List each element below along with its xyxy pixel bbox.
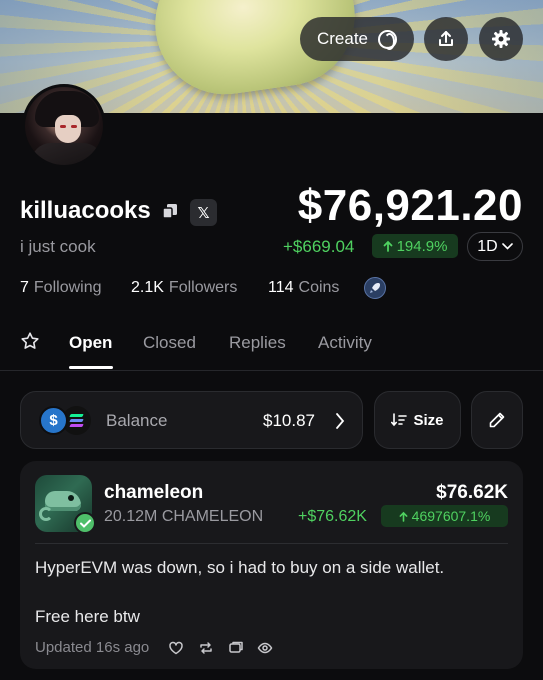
x-social-link[interactable]: 𝕏 xyxy=(190,199,217,226)
coins-count: 114 xyxy=(268,279,294,296)
portfolio-pnl-percent: 194.9% xyxy=(396,237,448,255)
followers-stat[interactable]: 2.1K Followers xyxy=(131,279,237,297)
sort-size-button[interactable]: Size xyxy=(374,391,461,449)
avatar[interactable] xyxy=(22,84,106,168)
tab-replies[interactable]: Replies xyxy=(229,333,286,353)
heart-icon[interactable] xyxy=(168,640,184,656)
portfolio-pnl-badge: 194.9% xyxy=(372,234,458,258)
token-pnl-badge: 4697607.1% xyxy=(381,505,508,527)
balance-label: Balance xyxy=(106,411,168,430)
coins-stat[interactable]: 114 Coins xyxy=(268,279,339,297)
following-count: 7 xyxy=(20,279,29,296)
period-label: 1D xyxy=(477,237,498,255)
tab-activity[interactable]: Activity xyxy=(318,333,372,353)
token-pnl: +$76.62K xyxy=(298,508,367,525)
period-selector[interactable]: 1D xyxy=(467,232,523,261)
share-button[interactable] xyxy=(424,17,468,61)
eye-icon[interactable] xyxy=(257,640,273,656)
chevron-right-icon xyxy=(336,413,345,429)
create-button-label: Create xyxy=(316,29,369,48)
updated-timestamp: Updated 16s ago xyxy=(35,639,150,656)
followers-label: Followers xyxy=(168,279,238,296)
usdc-glyph: $ xyxy=(49,412,58,429)
star-icon[interactable] xyxy=(20,331,40,351)
profile-bio: i just cook xyxy=(20,237,96,256)
arrow-up-icon xyxy=(383,240,392,252)
pencil-icon xyxy=(489,412,505,428)
token-name: chameleon xyxy=(104,482,204,503)
avatar-eye xyxy=(71,125,77,128)
chevron-down-icon xyxy=(501,243,513,250)
token-pnl-percent: 4697607.1% xyxy=(411,508,491,524)
token-image-tail xyxy=(39,507,53,521)
portfolio-total-value: $76,921.20 xyxy=(297,181,523,230)
post-text-line: Free here btw xyxy=(35,607,140,626)
avatar-coat xyxy=(31,143,103,165)
copy-icon[interactable] xyxy=(161,202,179,220)
following-label: Following xyxy=(33,279,102,296)
portfolio-pnl: +$669.04 xyxy=(283,237,355,256)
repost-icon[interactable] xyxy=(198,640,214,656)
create-button[interactable]: Create xyxy=(300,17,414,61)
avatar-eye xyxy=(60,125,66,128)
card-divider xyxy=(35,543,508,544)
username: killuacooks xyxy=(20,197,151,224)
arrow-up-icon xyxy=(399,511,408,522)
reply-icon[interactable] xyxy=(228,640,244,656)
avatar-face xyxy=(55,115,81,143)
share-icon xyxy=(439,31,453,46)
followers-count: 2.1K xyxy=(131,279,164,296)
sort-icon xyxy=(391,413,408,427)
active-tab-indicator xyxy=(69,366,113,369)
token-amount: 20.12M CHAMELEON xyxy=(104,508,264,525)
balance-value: $10.87 xyxy=(263,411,315,430)
edit-button[interactable] xyxy=(471,391,523,449)
rocket-icon xyxy=(370,283,380,293)
sort-size-label: Size xyxy=(413,411,444,429)
holding-card[interactable]: chameleon 20.12M CHAMELEON $76.62K +$76.… xyxy=(20,461,523,669)
settings-button[interactable] xyxy=(479,17,523,61)
gear-icon xyxy=(492,30,510,48)
portfolio-tabs: Open Closed Replies Activity xyxy=(0,328,543,371)
coin-ring-icon xyxy=(378,29,398,50)
post-text-line: HyperEVM was down, so i had to buy on a … xyxy=(35,558,445,577)
balance-button[interactable]: $ Balance $10.87 xyxy=(20,391,363,449)
tab-closed[interactable]: Closed xyxy=(143,333,196,353)
verified-check-icon xyxy=(74,512,96,534)
token-value: $76.62K xyxy=(436,482,508,503)
x-logo-icon: 𝕏 xyxy=(197,204,210,222)
network-icon[interactable] xyxy=(364,277,386,299)
coins-label: Coins xyxy=(298,279,340,296)
token-image-eye xyxy=(68,495,74,501)
usdc-icon: $ xyxy=(39,406,68,435)
tab-open[interactable]: Open xyxy=(69,333,112,353)
following-stat[interactable]: 7 Following xyxy=(20,279,102,297)
